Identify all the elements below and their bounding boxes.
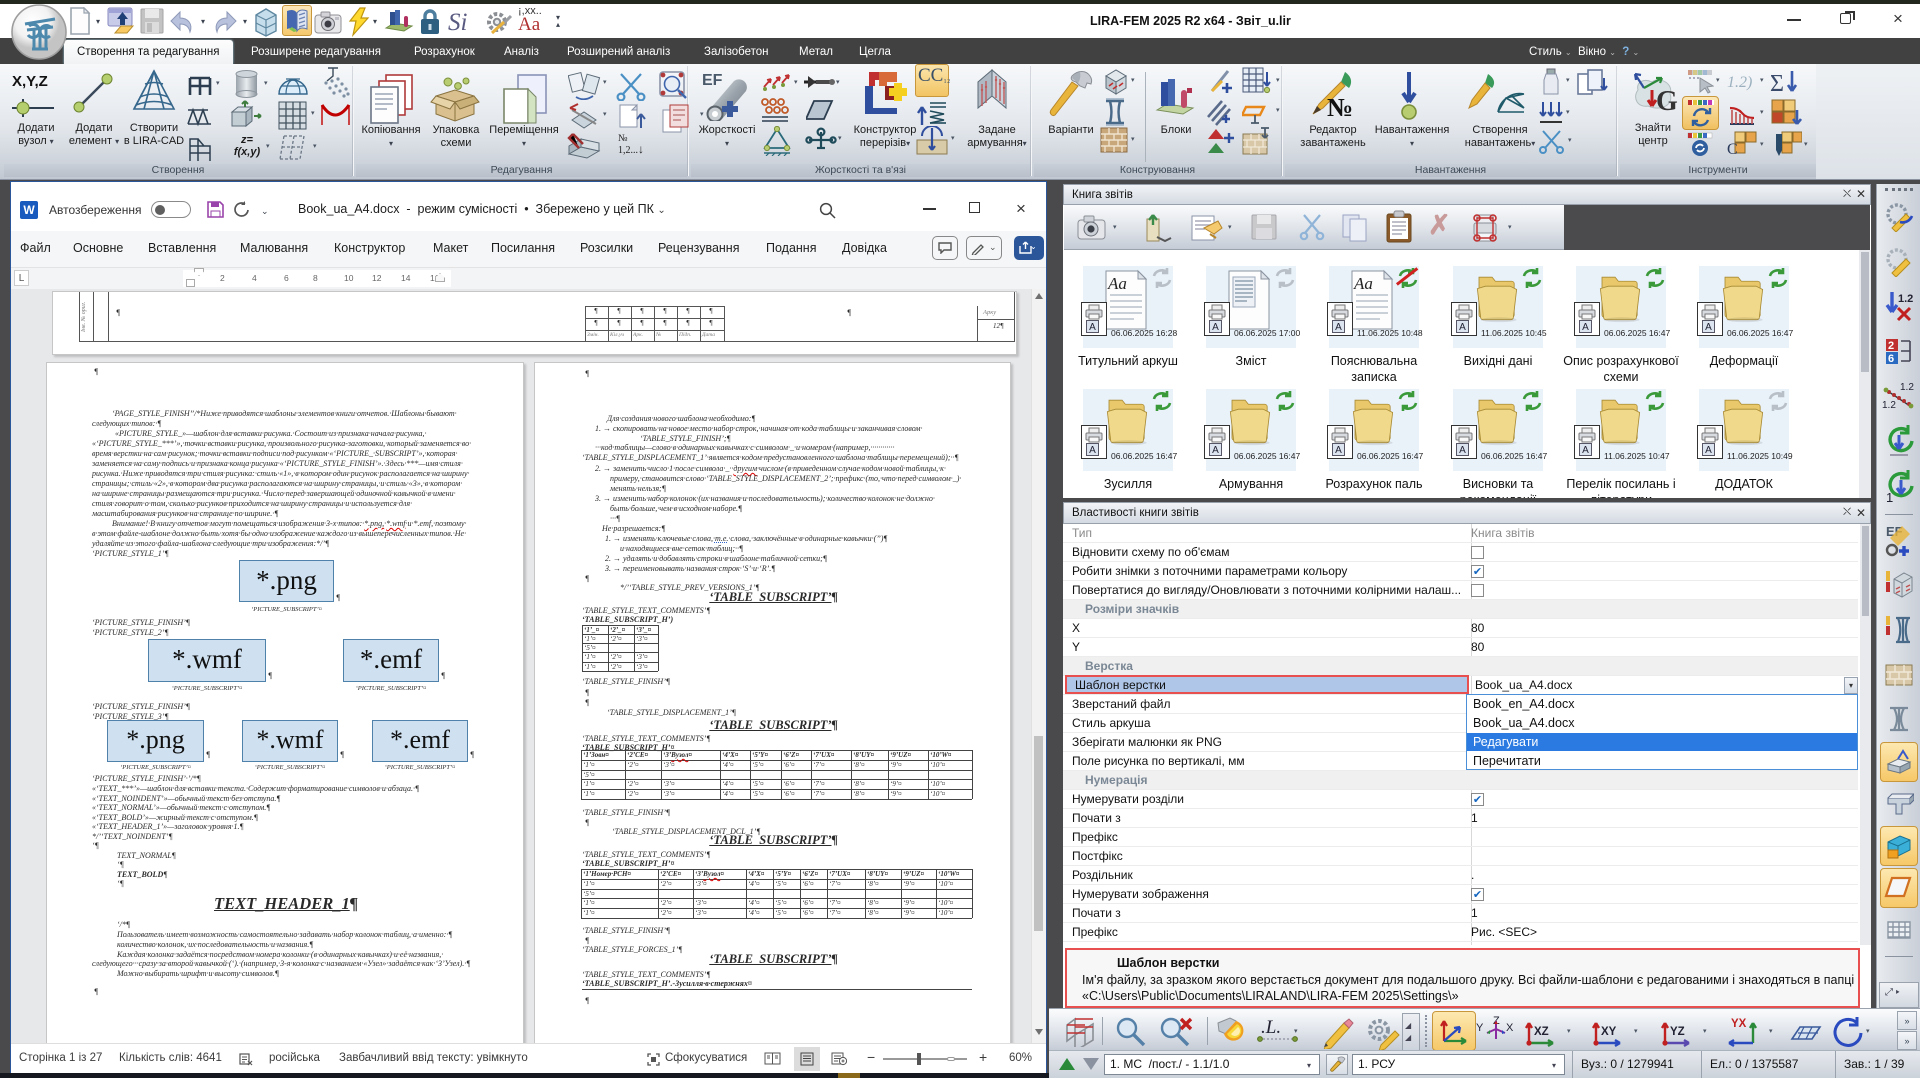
svg-text:X,Y,Z: X,Y,Z — [12, 73, 48, 90]
svg-text:XY: XY — [1601, 1026, 1617, 1038]
svg-text:Y: Y — [1476, 1022, 1484, 1034]
svg-text:XZ: XZ — [1534, 1026, 1549, 1038]
svg-text:1.2: 1.2 — [1900, 382, 1914, 393]
svg-text:EF: EF — [702, 72, 723, 89]
svg-text:1.2: 1.2 — [1898, 293, 1913, 305]
svg-text:G: G — [1656, 86, 1678, 117]
svg-text:X: X — [1506, 1022, 1514, 1034]
svg-text:1.2: 1.2 — [1882, 400, 1896, 411]
svg-text:1: 1 — [1886, 490, 1893, 504]
svg-text:6: 6 — [1888, 353, 1894, 365]
svg-text:№: № — [1327, 93, 1353, 120]
svg-text:2: 2 — [1888, 340, 1894, 352]
svg-text:Σ: Σ — [1770, 71, 1784, 97]
svg-text:Aa: Aa — [1107, 274, 1127, 293]
svg-text:Aa: Aa — [1353, 274, 1373, 293]
svg-text:YX: YX — [1731, 1018, 1747, 1030]
svg-text:YZ: YZ — [1670, 1026, 1685, 1038]
svg-text:C: C — [1727, 141, 1738, 156]
